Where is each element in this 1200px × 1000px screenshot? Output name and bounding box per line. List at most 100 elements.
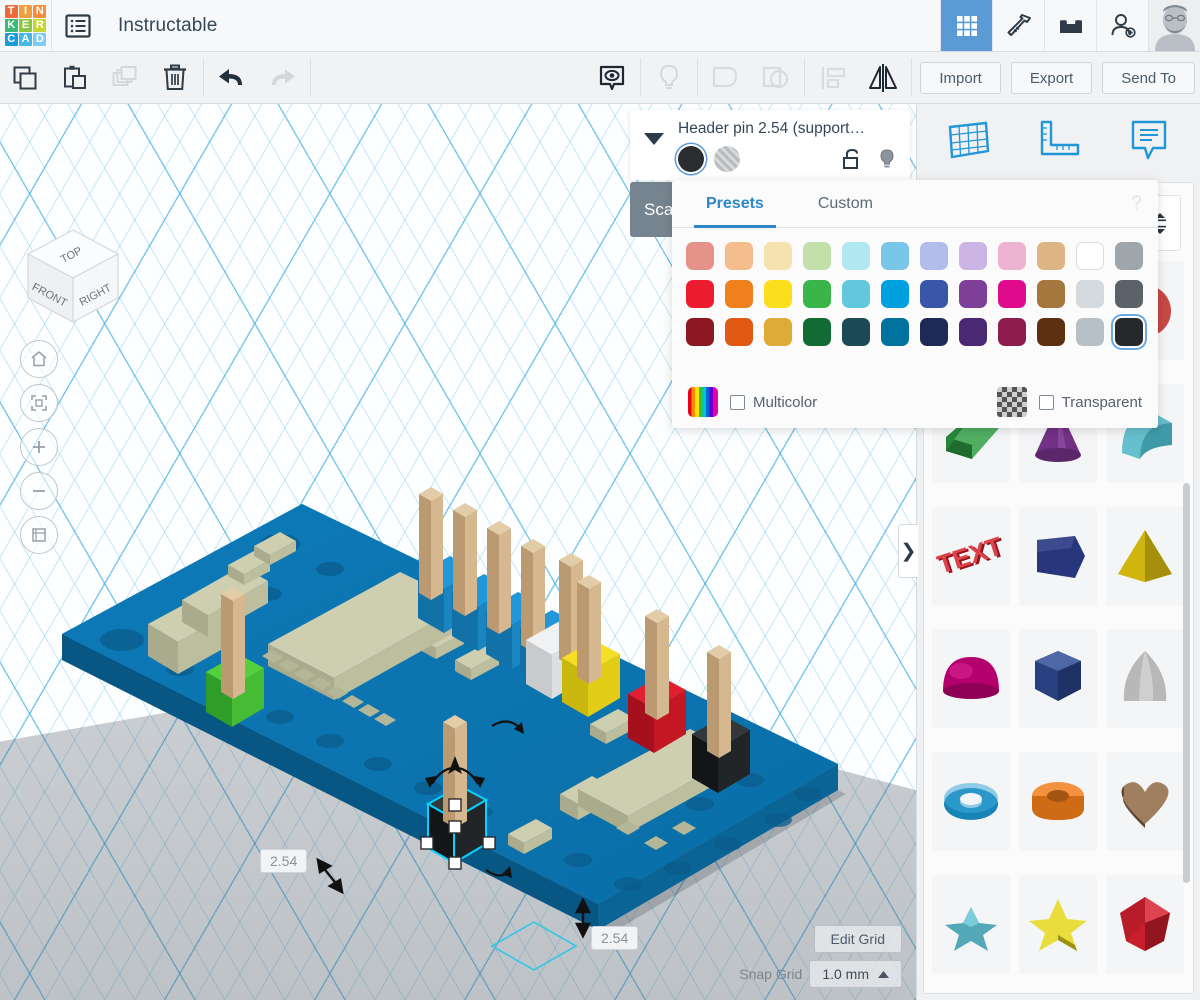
home-view-button[interactable]	[20, 340, 58, 378]
mirror-button[interactable]	[858, 52, 908, 103]
edit-grid-button[interactable]: Edit Grid	[813, 925, 902, 953]
dimension-label-1[interactable]: 2.54	[260, 849, 308, 873]
color-swatch-r0-c5[interactable]	[881, 242, 909, 270]
color-swatch-r0-c4[interactable]	[842, 242, 870, 270]
import-button[interactable]: Import	[920, 62, 1001, 94]
shape-pyramid[interactable]	[1106, 506, 1184, 606]
color-swatch-r1-c9[interactable]	[1037, 280, 1065, 308]
shape-hex-prism[interactable]	[1019, 629, 1097, 729]
design-title[interactable]: Instructable	[104, 0, 217, 51]
multicolor-rainbow-swatch[interactable]	[688, 387, 718, 417]
solid-shape-button[interactable]	[587, 52, 637, 103]
duplicate-button[interactable]	[100, 52, 150, 103]
shape-grid-scrollbar[interactable]	[1183, 483, 1190, 883]
align-button[interactable]	[808, 52, 858, 103]
zoom-out-button[interactable]	[20, 472, 58, 510]
color-swatch-r1-c5[interactable]	[881, 280, 909, 308]
ungroup-button[interactable]	[751, 52, 801, 103]
shape-text[interactable]: TEXT TEXT	[932, 506, 1010, 606]
color-swatch-r1-c11[interactable]	[1115, 280, 1143, 308]
menu-button[interactable]	[52, 0, 104, 51]
delete-button[interactable]	[150, 52, 200, 103]
color-swatch-r2-c11[interactable]	[1115, 318, 1143, 346]
snap-grid-select[interactable]: 1.0 mm	[809, 960, 902, 988]
redo-button[interactable]	[257, 52, 307, 103]
ruler-tool[interactable]	[1027, 111, 1089, 169]
color-swatch-r2-c4[interactable]	[842, 318, 870, 346]
color-swatch-r1-c0[interactable]	[686, 280, 714, 308]
color-tab-custom[interactable]: Custom	[806, 180, 885, 227]
paste-button[interactable]	[50, 52, 100, 103]
color-swatch-r1-c4[interactable]	[842, 280, 870, 308]
color-swatch-r0-c8[interactable]	[998, 242, 1026, 270]
color-swatch-r1-c8[interactable]	[998, 280, 1026, 308]
view-cube[interactable]: TOP FRONT RIGHT	[18, 222, 128, 332]
shape-star[interactable]	[1019, 875, 1097, 975]
group-button[interactable]	[701, 52, 751, 103]
hint-lightbulb-button[interactable]	[874, 146, 900, 172]
color-swatch-r2-c3[interactable]	[803, 318, 831, 346]
color-swatch-r0-c10[interactable]	[1076, 242, 1104, 270]
color-swatch-r2-c0[interactable]	[686, 318, 714, 346]
export-button[interactable]: Export	[1010, 62, 1093, 94]
color-tab-presets[interactable]: Presets	[694, 180, 776, 228]
color-swatch-r1-c2[interactable]	[764, 280, 792, 308]
shape-paraboloid[interactable]	[1106, 629, 1184, 729]
shape-torus[interactable]	[932, 752, 1010, 852]
projection-toggle-button[interactable]	[20, 516, 58, 554]
solid-mode-swatch[interactable]	[678, 146, 704, 172]
copy-button[interactable]	[0, 52, 50, 103]
tinkercad-logo[interactable]: TIN KER CAD	[0, 0, 52, 51]
tinker-button[interactable]	[992, 0, 1044, 51]
shape-star-thin[interactable]	[932, 875, 1010, 975]
color-swatch-r2-c9[interactable]	[1037, 318, 1065, 346]
popup-collapse-button[interactable]	[630, 110, 678, 180]
transparent-checkbox[interactable]	[1038, 394, 1054, 410]
color-swatch-r1-c3[interactable]	[803, 280, 831, 308]
shape-half-sphere[interactable]	[932, 629, 1010, 729]
color-swatch-r0-c9[interactable]	[1037, 242, 1065, 270]
fit-to-view-button[interactable]	[20, 384, 58, 422]
color-swatch-r0-c7[interactable]	[959, 242, 987, 270]
transparent-checker-swatch[interactable]	[996, 387, 1027, 417]
send-to-button[interactable]: Send To	[1102, 62, 1195, 94]
zoom-in-button[interactable]	[20, 428, 58, 466]
dimension-label-2[interactable]: 2.54	[591, 926, 639, 950]
color-swatch-r2-c1[interactable]	[725, 318, 753, 346]
color-swatch-r2-c2[interactable]	[764, 318, 792, 346]
color-swatch-r0-c11[interactable]	[1115, 242, 1143, 270]
user-avatar[interactable]	[1148, 0, 1200, 51]
hole-mode-swatch[interactable]	[714, 146, 740, 172]
color-swatch-r0-c0[interactable]	[686, 242, 714, 270]
color-swatch-r2-c10[interactable]	[1076, 318, 1104, 346]
workplane-tool[interactable]	[937, 111, 999, 169]
undo-button[interactable]	[207, 52, 257, 103]
color-swatch-r2-c8[interactable]	[998, 318, 1026, 346]
lock-toggle-button[interactable]	[838, 146, 864, 172]
multicolor-checkbox[interactable]	[730, 394, 745, 410]
invite-button[interactable]	[1096, 0, 1148, 51]
color-swatch-r2-c5[interactable]	[881, 318, 909, 346]
color-swatch-r1-c7[interactable]	[959, 280, 987, 308]
color-swatch-r1-c10[interactable]	[1076, 280, 1104, 308]
shape-polygon-arrow[interactable]	[1019, 506, 1097, 606]
shape-tube[interactable]	[1019, 752, 1097, 852]
color-swatch-r0-c1[interactable]	[725, 242, 753, 270]
transparent-checkbox-row[interactable]: Transparent	[1038, 394, 1142, 411]
hole-shape-button[interactable]	[644, 52, 694, 103]
color-swatch-r1-c1[interactable]	[725, 280, 753, 308]
shape-heart[interactable]	[1106, 752, 1184, 852]
color-swatch-r0-c3[interactable]	[803, 242, 831, 270]
color-swatch-r2-c7[interactable]	[959, 318, 987, 346]
notes-tool[interactable]	[1118, 111, 1180, 169]
apps-grid-button[interactable]	[940, 0, 992, 51]
color-swatch-r2-c6[interactable]	[920, 318, 948, 346]
color-swatch-r0-c2[interactable]	[764, 242, 792, 270]
blocks-button[interactable]	[1044, 0, 1096, 51]
shape-polyhedron[interactable]	[1106, 875, 1184, 975]
collapse-panel-button[interactable]: ❯	[898, 524, 918, 578]
multicolor-checkbox-row[interactable]: Multicolor	[730, 394, 817, 411]
question-mark-icon[interactable]: ?	[1131, 180, 1158, 227]
color-swatch-r1-c6[interactable]	[920, 280, 948, 308]
color-swatch-r0-c6[interactable]	[920, 242, 948, 270]
